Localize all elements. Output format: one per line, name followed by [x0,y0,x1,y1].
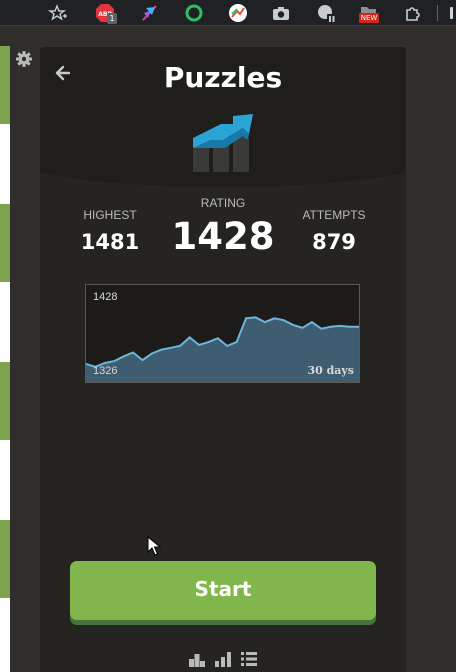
graph-period-label: 30 days [307,364,354,377]
board-edge-strip [0,46,10,672]
puzzles-trend-logo-icon [193,114,253,172]
puzzles-panel: Puzzles HIGHEST 1481 RATING 1428 ATTEMPT… [40,47,406,672]
page-title: Puzzles [163,61,283,94]
extensions-puzzle-icon[interactable] [403,3,423,23]
profile-edge-icon[interactable] [450,7,453,19]
add-to-favorites-icon[interactable] [48,3,68,23]
adblock-badge: 1 [107,13,117,24]
settings-gear-icon[interactable] [14,49,34,69]
start-button[interactable]: Start [70,561,376,620]
rating-label: RATING [200,196,246,210]
highest-value: 1481 [80,230,140,254]
attempts-label: ATTEMPTS [302,208,366,222]
folder-new-extension-icon[interactable]: NEW [358,3,382,23]
chart-extension-icon[interactable] [228,3,248,23]
rating-history-graph[interactable]: 1428 1326 30 days [85,284,360,383]
mouse-cursor-icon [147,536,161,556]
toolbar-separator [437,5,438,21]
attempts-value: 879 [312,230,356,254]
leaderboard-icon[interactable] [188,650,206,668]
picture-in-picture-extension-icon[interactable] [316,3,336,23]
adblock-extension-icon[interactable]: ABP 1 [95,3,117,24]
history-list-icon[interactable] [240,650,258,668]
browser-extensions-toolbar: ABP 1 NEW [0,0,456,26]
highest-label: HIGHEST [83,208,137,222]
camera-extension-icon[interactable] [271,3,291,23]
graph-min-label: 1326 [93,365,118,377]
green-ring-extension-icon[interactable] [184,3,204,23]
graph-max-label: 1428 [93,291,118,303]
feather-extension-icon[interactable] [140,3,160,23]
new-badge: NEW [359,13,379,23]
stats-icon[interactable] [214,650,232,668]
rating-value: 1428 [171,215,275,258]
